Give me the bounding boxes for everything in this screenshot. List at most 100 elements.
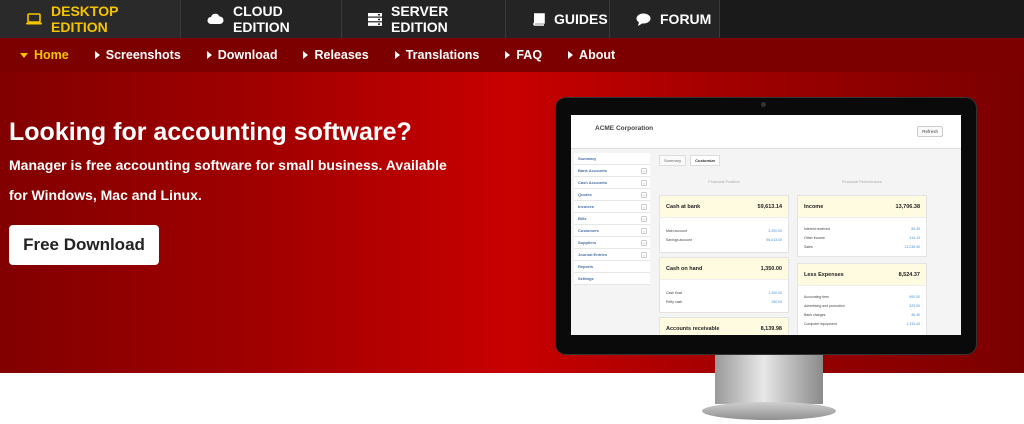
card-income: Income 13,706.38 Interest received 55.35 O… [797,195,927,257]
row-label: Sales [804,244,813,249]
nav-item-download[interactable]: Download [206,48,277,62]
sidebar-item-label: Quotes [578,192,592,197]
card-total: 1,350.00 [760,265,782,272]
tab-summary: Summary [659,155,687,166]
card-title: Less Expenses [804,271,844,278]
chevron-right-icon: › [641,167,647,174]
free-download-button[interactable]: Free Download [9,225,159,265]
sidebar-item-label: Invoices [578,204,595,209]
card-cash-at-bank: Cash at bank 59,613.14 Main account 3,200.… [659,195,789,253]
edition-tab-label: GUIDES [554,11,608,27]
caret-right-icon [568,51,574,59]
edition-tab-cloud[interactable]: CLOUD EDITION [181,0,342,38]
row-value: 13,236.90 [904,244,920,249]
sidebar-item-label: Bills [578,216,587,221]
row-label: Petty cash [666,299,683,304]
row-label: Savings account [666,237,692,242]
card-header: Cash on hand 1,350.00 [660,258,788,280]
app-sidebar: Summary Bank Accounts › Cash Accounts › Qu… [574,153,650,285]
caret-right-icon [394,51,400,59]
caret-right-icon [505,51,511,59]
row-value: 3,200.00 [768,228,782,233]
sidebar-item: Reports [574,261,650,273]
card-header: Accounts receivable 8,139.98 [660,318,788,335]
app-main: Summary Customize Financial Position Fin… [659,155,953,335]
sidebar-item-label: Summary [578,156,597,161]
nav-item-home[interactable]: Home [20,48,69,62]
app-header: ACME Corporation Refresh [571,115,961,149]
app-tabs: Summary Customize [659,155,953,166]
company-name: ACME Corporation [595,125,654,132]
nav-item-about[interactable]: About [568,48,615,62]
card-header: Income 13,706.38 [798,196,926,218]
caret-right-icon [94,51,100,59]
card-total: 59,613.14 [757,203,782,210]
row-label: Main account [666,228,687,233]
edition-tab-server[interactable]: SERVER EDITION [342,0,506,38]
card-accounts-receivable: Accounts receivable 8,139.98 [659,317,789,335]
nav-forum[interactable]: FORUM [610,0,720,38]
card-total: 8,524.37 [898,271,920,278]
card-row: Computer equipment 1,333.43 [798,319,926,328]
nav-guides[interactable]: GUIDES [506,0,610,38]
edition-tab-desktop[interactable]: DESKTOP EDITION [0,0,181,38]
card-total: 13,706.38 [895,203,920,210]
sidebar-item: Bank Accounts › [574,165,650,177]
sidebar-item: Quotes › [574,189,650,201]
row-label: Bank charges [804,312,826,317]
sidebar-item: Suppliers › [574,237,650,249]
monitor-screenshot: ACME Corporation Refresh Summary Bank Ac… [556,98,976,354]
card-row: Other income 414.13 [798,233,926,242]
nav-item-faq[interactable]: FAQ [505,48,542,62]
card-header: Less Expenses 8,524.37 [798,264,926,286]
edition-tab-label: FORUM [660,11,712,27]
card-row: Accounting fees 900.00 [798,292,926,301]
sidebar-item-label: Bank Accounts [578,168,607,173]
sidebar-item: Journal Entries › [574,249,650,261]
refresh-button: Refresh [917,126,943,137]
row-value: 1,333.43 [906,321,920,326]
row-value: 414.13 [909,235,920,240]
sidebar-item-label: Reports [578,264,594,269]
chevron-right-icon: › [641,227,647,234]
sidebar-item: Settings [574,273,650,285]
edition-tab-label: DESKTOP EDITION [51,3,119,35]
row-value: 900.00 [909,294,920,299]
nav-item-label: FAQ [516,48,543,62]
sidebar-item-label: Cash Accounts [578,180,607,185]
card-title: Cash at bank [666,203,701,210]
sidebar-item: Summary [574,153,650,165]
edition-bar-filler [720,0,1024,38]
chevron-right-icon: › [641,251,647,258]
card-row: Main account 3,200.00 [660,226,788,235]
card-row: Bank charges 46.30 [798,310,926,319]
hero-headline: Looking for accounting software? [9,118,412,146]
chevron-right-icon: › [641,239,647,246]
financial-position-header: Financial Position [708,179,740,184]
app-screenshot: ACME Corporation Refresh Summary Bank Ac… [571,115,961,335]
nav-item-translations[interactable]: Translations [394,48,480,62]
card-cash-on-hand: Cash on hand 1,350.00 Cash float 1,200.00 … [659,257,789,313]
caret-right-icon [206,51,212,59]
nav-item-releases[interactable]: Releases [303,48,369,62]
chevron-right-icon: › [641,203,647,210]
card-total: 8,139.98 [760,325,782,332]
nav-item-screenshots[interactable]: Screenshots [94,48,181,62]
sidebar-item-label: Suppliers [578,240,597,245]
nav-item-label: Translations [405,48,480,62]
chevron-right-icon: › [641,179,647,186]
card-row: Advertising and promotion 323.00 [798,301,926,310]
card-row: Sales 13,236.90 [798,242,926,251]
monitor-stand-base [702,402,836,420]
webcam-dot [761,102,766,107]
card-title: Cash on hand [666,265,703,272]
main-nav: Home Screenshots Download Releases Trans… [0,38,1024,72]
row-label: Other income [804,235,826,240]
sidebar-item-label: Journal Entries [578,252,608,257]
row-value: 46.30 [911,312,920,317]
card-row: Cash float 1,200.00 [660,288,788,297]
chevron-right-icon: › [641,191,647,198]
card-title: Income [804,203,824,210]
chevron-right-icon: › [641,215,647,222]
row-label: Interest received [804,226,830,231]
